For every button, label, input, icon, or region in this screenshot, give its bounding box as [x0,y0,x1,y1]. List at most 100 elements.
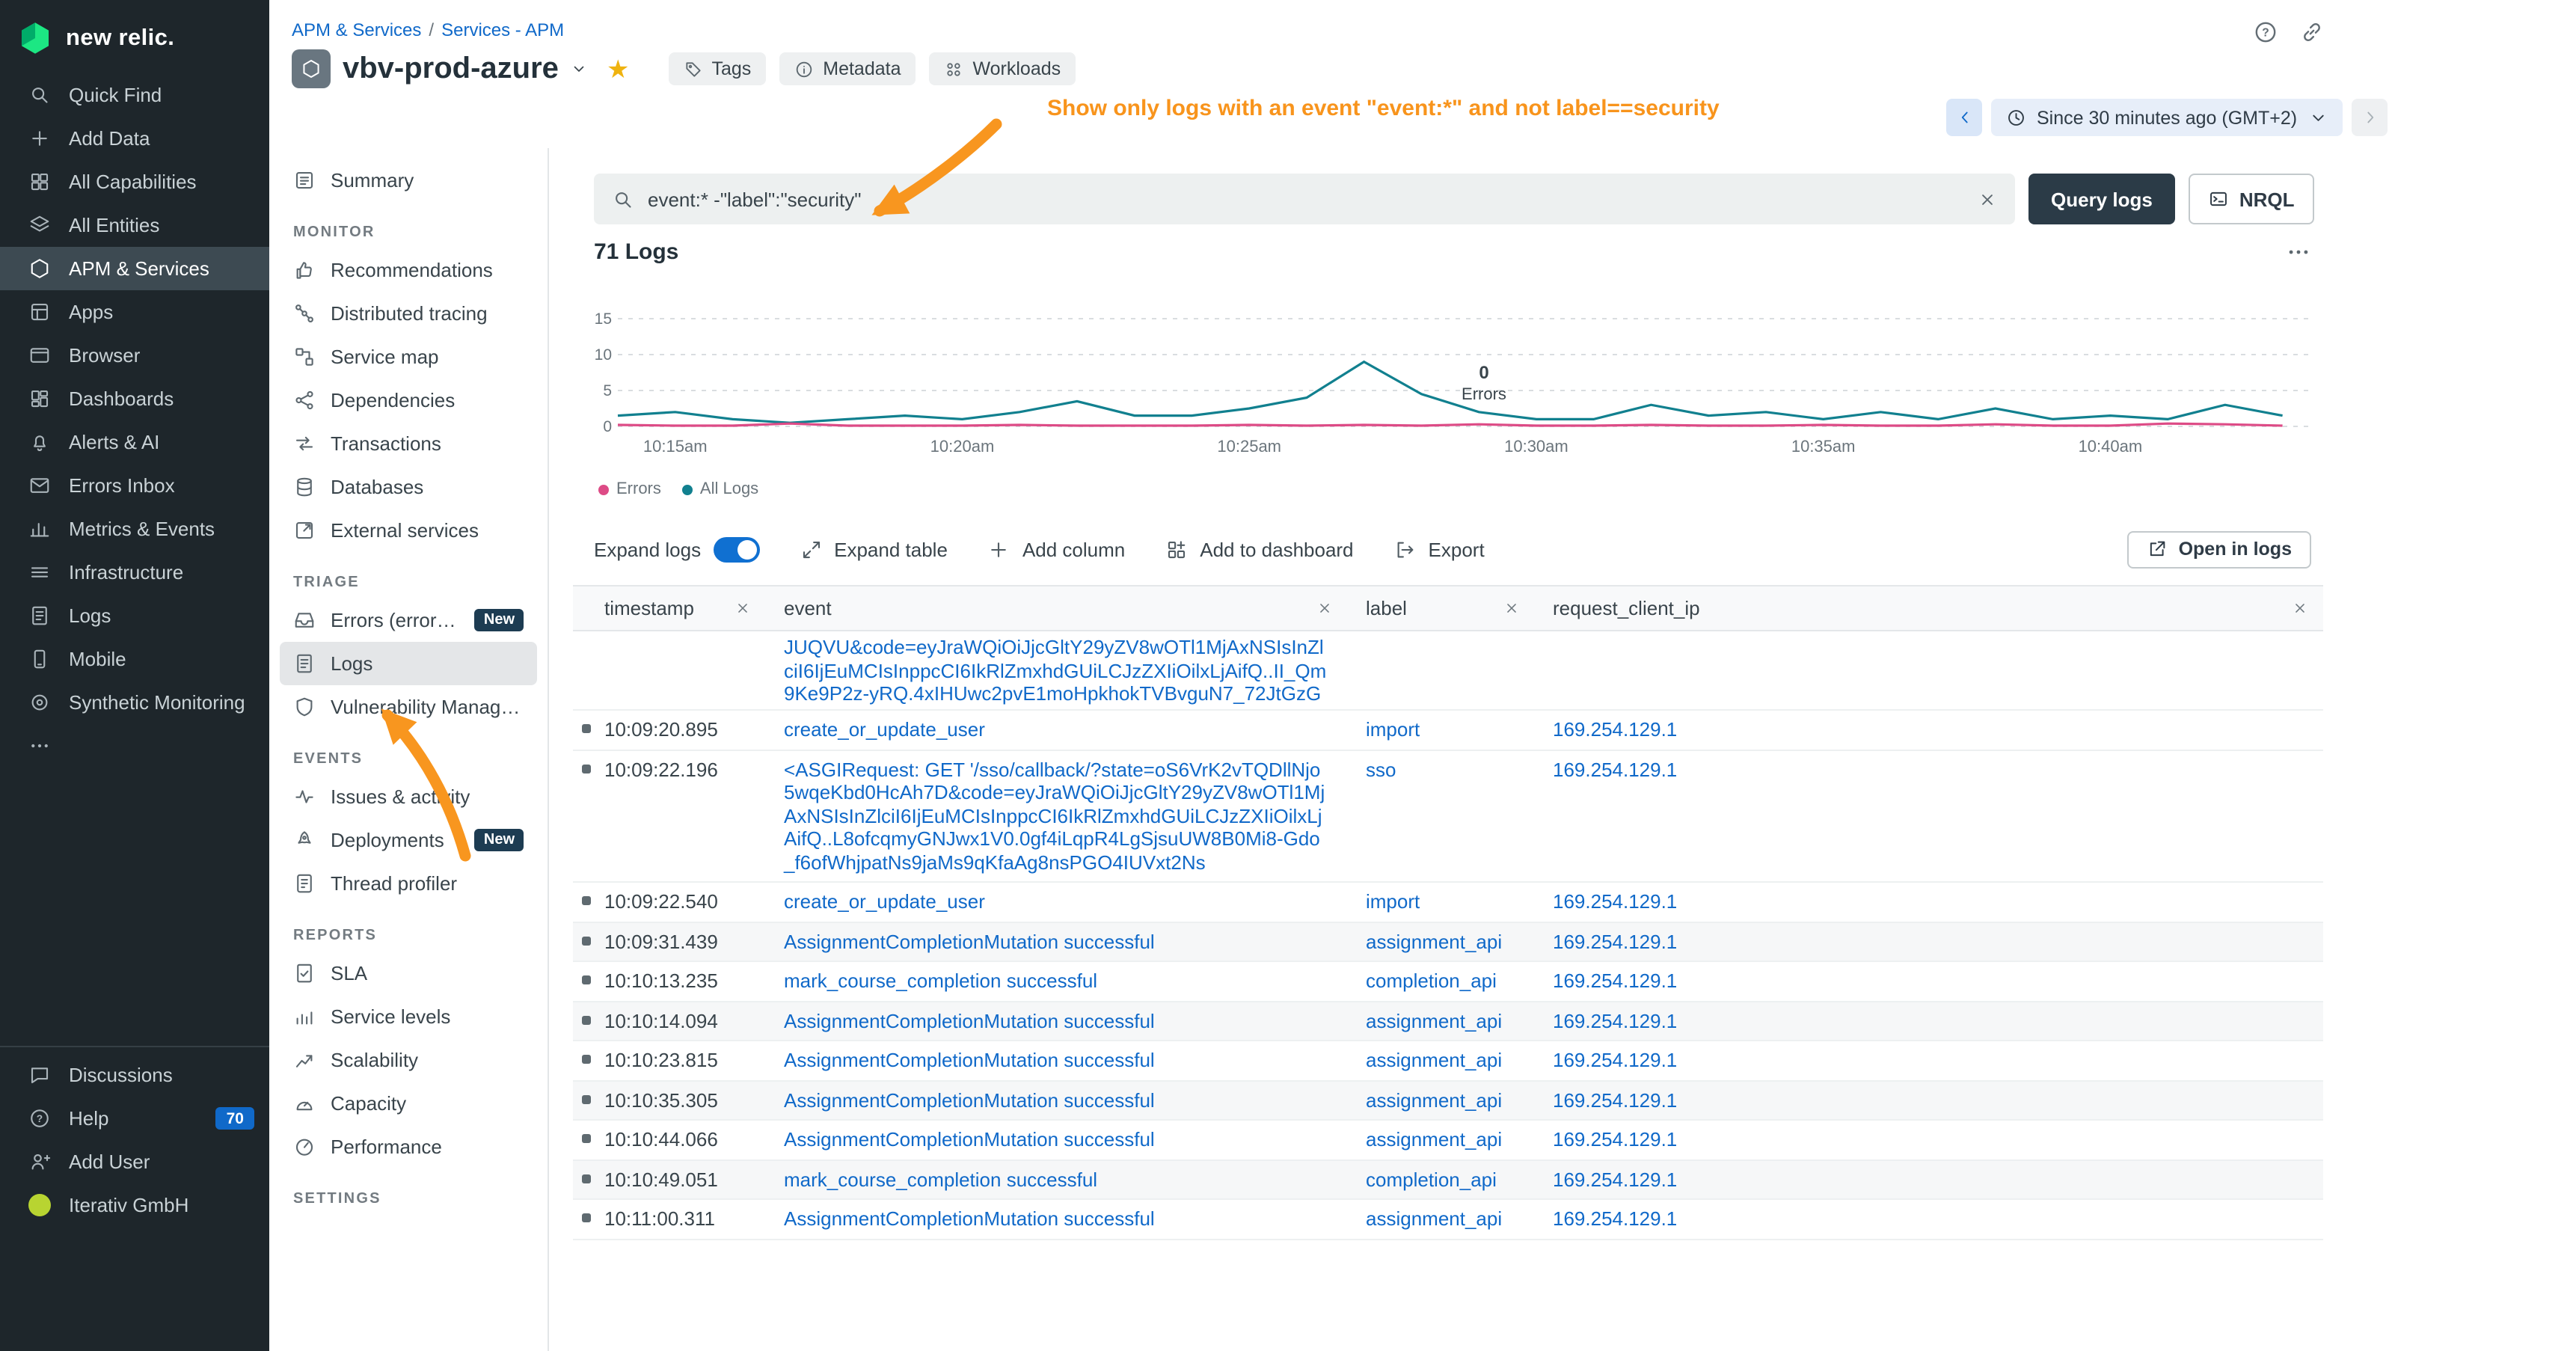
event-link[interactable]: mark_course_completion successful [784,1168,1097,1190]
sidebar-item-iterativ-gmbh[interactable]: Iterativ GmbH [0,1183,269,1227]
sidebar-item-infrastructure[interactable]: Infrastructure [0,551,269,594]
table-row[interactable]: JUQVU&code=eyJraWQiOiJjcGltY29yZV8wOTl1M… [573,631,2323,711]
column-header-label[interactable]: label [1348,586,1535,630]
label-link[interactable]: assignment_api [1366,930,1502,952]
new-relic-logo[interactable]: new relic. [0,0,269,73]
row-marker[interactable] [582,975,591,984]
row-marker[interactable] [582,1015,591,1024]
row-marker[interactable] [582,1213,591,1222]
time-range-selector[interactable]: Since 30 minutes ago (GMT+2) [1991,99,2343,136]
subnav-item-sla[interactable]: SLA [280,952,537,995]
label-link[interactable]: assignment_api [1366,1207,1502,1230]
clear-query-icon[interactable] [1978,189,1997,209]
row-marker[interactable] [582,936,591,945]
export-button[interactable]: Export [1394,538,1485,560]
subnav-item-transactions[interactable]: Transactions [280,422,537,465]
breadcrumb-services-apm[interactable]: Services - APM [441,19,564,40]
request-ip-link[interactable]: 169.254.129.1 [1553,969,1677,992]
more-options-icon[interactable] [2286,239,2311,265]
sidebar-item-add-user[interactable]: Add User [0,1140,269,1183]
sidebar-item-alerts-ai[interactable]: Alerts & AI [0,420,269,464]
request-ip-link[interactable]: 169.254.129.1 [1553,930,1677,952]
help-icon[interactable]: ? [2253,19,2278,45]
subnav-item-dependencies[interactable]: Dependencies [280,379,537,422]
row-marker[interactable] [582,764,591,773]
row-marker[interactable] [582,1094,591,1103]
label-link[interactable]: assignment_api [1366,1009,1502,1032]
header-pill-tags[interactable]: Tags [668,52,766,85]
event-link[interactable]: create_or_update_user [784,890,985,913]
label-link[interactable]: assignment_api [1366,1088,1502,1111]
sidebar-item-all-entities[interactable]: All Entities [0,203,269,247]
legend-all-logs[interactable]: All Logs [682,480,758,498]
label-link[interactable]: assignment_api [1366,1128,1502,1151]
subnav-item-service-map[interactable]: Service map [280,335,537,379]
event-link[interactable]: AssignmentCompletionMutation successful [784,1088,1155,1111]
event-link[interactable]: AssignmentCompletionMutation successful [784,1009,1155,1032]
label-link[interactable]: completion_api [1366,969,1497,992]
subnav-item-capacity[interactable]: Capacity [280,1082,537,1125]
subnav-item-scalability[interactable]: Scalability [280,1038,537,1082]
subnav-item-distributed-tracing[interactable]: Distributed tracing [280,292,537,335]
table-row[interactable]: 10:10:44.066AssignmentCompletionMutation… [573,1121,2323,1160]
table-row[interactable]: 10:10:13.235mark_course_completion succe… [573,962,2323,1002]
sidebar-item-dashboards[interactable]: Dashboards [0,377,269,420]
label-link[interactable]: import [1366,718,1420,741]
request-ip-link[interactable]: 169.254.129.1 [1553,1088,1677,1111]
table-row[interactable]: 10:09:31.439AssignmentCompletionMutation… [573,922,2323,962]
time-forward-button[interactable] [2352,99,2388,136]
open-in-logs-button[interactable]: Open in logs [2128,530,2311,568]
sidebar-item-apm-services[interactable]: APM & Services [0,247,269,290]
subnav-item-vulnerability-management[interactable]: Vulnerability Management [280,685,537,729]
label-link[interactable]: sso [1366,758,1396,780]
table-row[interactable]: 10:11:00.311AssignmentCompletionMutation… [573,1200,2323,1240]
subnav-item-thread-profiler[interactable]: Thread profiler [280,862,537,905]
sidebar-item-synthetic-monitoring[interactable]: Synthetic Monitoring [0,681,269,724]
subnav-item-errors-errors-inb[interactable]: Errors (errors inb...New [280,598,537,642]
sidebar-item-apps[interactable]: Apps [0,290,269,334]
sidebar-item-dots[interactable] [0,724,269,768]
subnav-item-external-services[interactable]: External services [280,509,537,552]
table-row[interactable]: 10:10:14.094AssignmentCompletionMutation… [573,1002,2323,1041]
subnav-item-logs[interactable]: Logs [280,642,537,685]
event-link[interactable]: JUQVU&code=eyJraWQiOiJjcGltY29yZV8wOTl1M… [784,636,1326,711]
subnav-item-recommendations[interactable]: Recommendations [280,248,537,292]
table-row[interactable]: 10:09:20.895create_or_update_userimport1… [573,711,2323,750]
query-logs-button[interactable]: Query logs [2028,174,2175,224]
label-link[interactable]: import [1366,890,1420,913]
table-row[interactable]: 10:10:49.051mark_course_completion succe… [573,1160,2323,1200]
add-to-dashboard-button[interactable]: Add to dashboard [1165,538,1353,560]
sidebar-item-quick-find[interactable]: Quick Find [0,73,269,117]
label-link[interactable]: assignment_api [1366,1049,1502,1071]
subnav-item-databases[interactable]: Databases [280,465,537,509]
table-row[interactable]: 10:10:35.305AssignmentCompletionMutation… [573,1081,2323,1121]
request-ip-link[interactable]: 169.254.129.1 [1553,890,1677,913]
sidebar-item-all-capabilities[interactable]: All Capabilities [0,160,269,203]
time-back-button[interactable] [1946,99,1982,136]
expand-table-button[interactable]: Expand table [800,538,948,560]
permalink-icon[interactable] [2299,19,2325,45]
event-link[interactable]: <ASGIRequest: GET '/sso/callback/?state=… [784,758,1325,873]
sidebar-item-add-data[interactable]: Add Data [0,117,269,160]
request-ip-link[interactable]: 169.254.129.1 [1553,718,1677,741]
event-link[interactable]: mark_course_completion successful [784,969,1097,992]
request-ip-link[interactable]: 169.254.129.1 [1553,1207,1677,1230]
subnav-item-service-levels[interactable]: Service levels [280,995,537,1038]
header-pill-workloads[interactable]: Workloads [930,52,1076,85]
event-link[interactable]: AssignmentCompletionMutation successful [784,1049,1155,1071]
sidebar-item-logs[interactable]: Logs [0,594,269,637]
nrql-button[interactable]: NRQL [2189,174,2314,224]
breadcrumb-apm-services[interactable]: APM & Services [292,19,421,40]
header-pill-metadata[interactable]: Metadata [779,52,916,85]
sidebar-item-browser[interactable]: Browser [0,334,269,377]
subnav-item-issues-activity[interactable]: Issues & activity [280,775,537,818]
event-link[interactable]: create_or_update_user [784,718,985,741]
entity-dropdown-caret-icon[interactable] [571,60,589,78]
row-marker[interactable] [582,1174,591,1183]
expand-logs-toggle[interactable] [713,536,759,562]
row-marker[interactable] [582,896,591,905]
subnav-item-performance[interactable]: Performance [280,1125,537,1168]
request-ip-link[interactable]: 169.254.129.1 [1553,1168,1677,1190]
row-marker[interactable] [582,1055,591,1064]
column-header-event[interactable]: event [766,586,1348,630]
